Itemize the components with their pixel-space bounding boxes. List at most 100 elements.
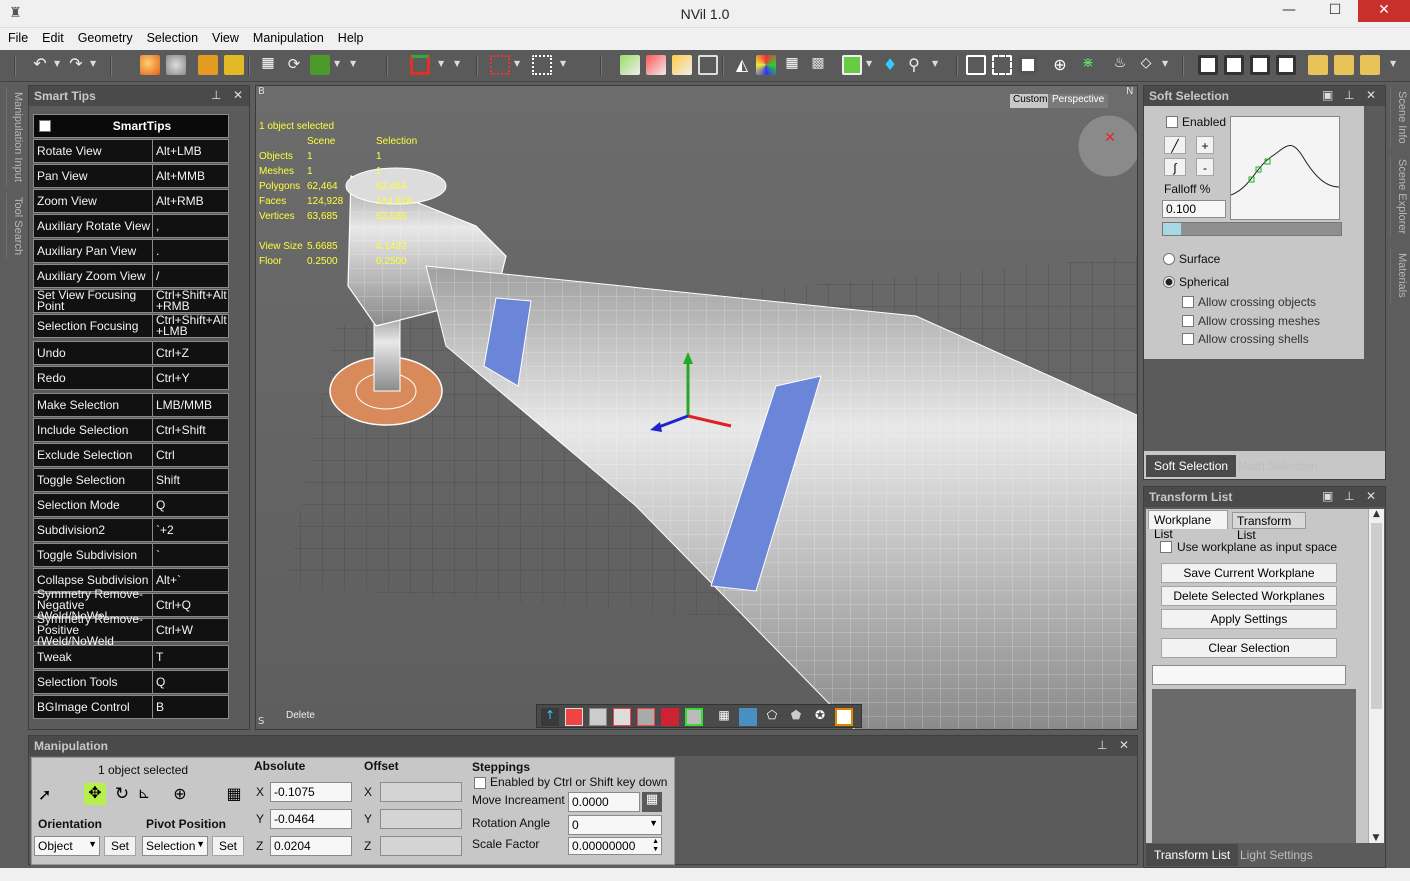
tab-workplane-list[interactable]: Workplane List	[1148, 510, 1228, 541]
material-sphere-icon[interactable]	[140, 55, 160, 75]
sphere-grid-icon[interactable]: ⊕	[1050, 55, 1070, 75]
close-icon[interactable]: ✕	[1366, 489, 1376, 503]
tab-transform-list-bottom[interactable]: Transform List	[1146, 844, 1239, 866]
menu-file[interactable]: File	[0, 28, 34, 45]
tab-transform-list[interactable]: Transform List	[1232, 512, 1306, 542]
redo-dropdown-icon[interactable]: ▼	[90, 59, 98, 71]
select-mode-icon[interactable]	[532, 55, 552, 75]
face-mode-icon[interactable]	[672, 55, 692, 75]
file-dropdown-icon[interactable]: ▼	[1390, 59, 1398, 71]
move-tool-icon[interactable]: ✥	[84, 783, 106, 805]
terrain-dropdown-icon[interactable]: ▼	[334, 59, 342, 71]
use-workplane-checkbox[interactable]	[1160, 541, 1172, 553]
pentagon-outline-icon[interactable]: ⬠	[763, 708, 781, 726]
wire-cube-icon[interactable]	[613, 708, 631, 726]
allow-crossing-meshes-checkbox[interactable]	[1182, 315, 1194, 327]
tab-scene-explorer[interactable]: Scene Explorer	[1390, 157, 1408, 237]
3d-viewport[interactable]: B N S Delete Custom Perspective ✕ 1 obje…	[255, 85, 1138, 730]
view-type-perspective[interactable]: Perspective	[1048, 94, 1109, 108]
menu-view[interactable]: View	[204, 28, 245, 45]
tab-scene-info[interactable]: Scene Info	[1390, 87, 1408, 147]
delete-hint[interactable]: Delete	[286, 710, 315, 721]
menu-selection[interactable]: Selection	[139, 28, 204, 45]
transform-list-scrollbar[interactable]: ▲ ▼	[1368, 509, 1384, 843]
open-folder-icon[interactable]	[1308, 55, 1328, 75]
linear-curve-button[interactable]: ╱	[1164, 136, 1186, 154]
close-icon[interactable]: ✕	[233, 88, 243, 102]
xray-cube-icon[interactable]	[637, 708, 655, 726]
pin-icon[interactable]: ⊥	[1097, 738, 1107, 752]
checker-icon[interactable]: ▩	[808, 55, 828, 75]
recent-folder-icon[interactable]	[1360, 55, 1380, 75]
layout-icon[interactable]	[1018, 55, 1038, 75]
toolbar-dropdown-icon[interactable]: ▼	[454, 59, 462, 71]
universal-tool-icon[interactable]: ⊕	[170, 784, 190, 804]
scroll-up-icon[interactable]: ▲	[1369, 509, 1384, 519]
close-button[interactable]: ✕	[1358, 0, 1410, 22]
offset-x-input[interactable]	[380, 782, 462, 802]
view-mode-custom[interactable]: Custom	[1010, 94, 1051, 108]
paint-icon[interactable]: ♨	[1110, 55, 1130, 75]
grid-toggle-icon[interactable]: ▦	[715, 708, 733, 726]
apply-settings-button[interactable]: Apply Settings	[1161, 609, 1337, 629]
background-icon[interactable]	[739, 708, 757, 726]
pentagon-star-icon[interactable]: ✪	[811, 708, 829, 726]
abs-z-input[interactable]: 0.0204	[270, 836, 352, 856]
pin-dropdown-icon[interactable]: ▼	[932, 59, 940, 71]
primitive-dropdown-icon[interactable]: ▼	[866, 59, 874, 71]
steppings-enabled-checkbox[interactable]	[474, 777, 486, 789]
save-as-icon[interactable]	[1224, 55, 1244, 75]
save-all-icon[interactable]	[1276, 55, 1296, 75]
scroll-down-icon[interactable]: ▼	[1369, 833, 1383, 843]
subdivide-icon[interactable]	[224, 55, 244, 75]
surface-radio[interactable]	[1163, 253, 1175, 265]
display-mode-icon[interactable]	[166, 55, 186, 75]
import-folder-icon[interactable]	[1334, 55, 1354, 75]
pivot-select[interactable]: Selection ▼	[142, 836, 208, 856]
vertex-mode-icon[interactable]	[620, 55, 640, 75]
workplane-name-input[interactable]	[1152, 665, 1346, 685]
frame-icon[interactable]	[966, 55, 986, 75]
pivot-set-button[interactable]: Set	[212, 836, 244, 856]
save-workplane-button[interactable]: Save Current Workplane	[1161, 563, 1337, 583]
primitive-cube-icon[interactable]	[842, 55, 862, 75]
scale-factor-input[interactable]: 0.00000000 ▲ ▼	[568, 837, 662, 855]
pentagon-solid-icon[interactable]: ⬟	[787, 708, 805, 726]
terrain-icon[interactable]	[310, 55, 330, 75]
restore-icon[interactable]: ▣	[1322, 489, 1333, 503]
toolbar-dropdown-icon[interactable]: ▼	[350, 59, 358, 71]
menu-edit[interactable]: Edit	[34, 28, 70, 45]
minimize-button[interactable]: —	[1266, 0, 1312, 22]
plane-icon[interactable]: ◇	[1136, 55, 1156, 75]
pen-tool-icon[interactable]: ↑	[541, 708, 559, 726]
abs-y-input[interactable]: -0.0464	[270, 809, 352, 829]
menu-manipulation[interactable]: Manipulation	[245, 28, 330, 45]
move-increment-input[interactable]: 0.0000	[568, 792, 640, 812]
color-icon[interactable]	[756, 55, 776, 75]
refresh-icon[interactable]: ⟳	[284, 55, 304, 75]
remove-point-button[interactable]: -	[1196, 158, 1214, 176]
menu-geometry[interactable]: Geometry	[70, 28, 139, 45]
tab-manipulation-input[interactable]: Manipulation Input	[6, 87, 24, 187]
tab-soft-selection[interactable]: Soft Selection	[1146, 455, 1237, 477]
smooth-icon[interactable]	[198, 55, 218, 75]
tab-math-selection[interactable]: Math Selection	[1230, 455, 1325, 477]
tab-light-settings[interactable]: Light Settings	[1232, 844, 1321, 866]
close-icon[interactable]: ✕	[1366, 88, 1376, 102]
shaded-cube-icon[interactable]	[589, 708, 607, 726]
keypad-icon[interactable]: ▦	[642, 792, 662, 812]
clear-selection-button[interactable]: Clear Selection	[1161, 638, 1337, 658]
scene-graph-icon[interactable]: ⋇	[1078, 55, 1098, 75]
undo-icon[interactable]: ↶	[30, 55, 50, 75]
rotate-tool-icon[interactable]: ↻	[112, 784, 132, 804]
frame-selection-icon[interactable]	[992, 55, 1012, 75]
tab-tool-search[interactable]: Tool Search	[6, 193, 24, 259]
tab-materials[interactable]: Materials	[1390, 247, 1408, 303]
pin-icon[interactable]: ⊥	[1344, 88, 1354, 102]
grid-snap-icon[interactable]: ▦	[224, 784, 244, 804]
add-point-button[interactable]: +	[1196, 136, 1214, 154]
edge-mode-icon[interactable]	[646, 55, 666, 75]
falloff-curve-graph[interactable]	[1230, 116, 1340, 220]
plane-dropdown-icon[interactable]: ▼	[1162, 59, 1170, 71]
offset-z-input[interactable]	[380, 836, 462, 856]
